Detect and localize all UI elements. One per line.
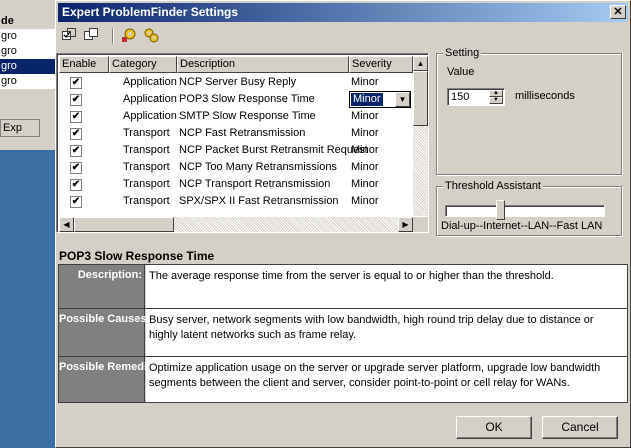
table-row[interactable]: ✔ Application NCP Server Busy Reply Mino…: [59, 74, 413, 91]
causes-label: Possible Causes:: [59, 309, 150, 356]
dialog-title: Expert ProblemFinder Settings: [62, 5, 239, 19]
spin-down-icon[interactable]: ▼: [489, 97, 503, 104]
table-row[interactable]: ✔ Transport NCP Packet Burst Retransmit …: [59, 142, 413, 159]
scroll-left-icon[interactable]: ◀: [59, 217, 74, 232]
column-header-description[interactable]: Description: [177, 56, 349, 73]
row-severity: Minor: [351, 127, 379, 139]
list-header: Enable Category Description Severity: [59, 56, 413, 73]
vertical-scrollbar[interactable]: ▲: [413, 56, 428, 216]
threshold-group-label: Threshold Assistant: [443, 180, 543, 192]
row-description: SPX/SPX II Fast Retransmission: [179, 195, 339, 207]
problem-list[interactable]: Enable Category Description Severity ✔ A…: [56, 53, 429, 233]
causes-row: Possible Causes: Busy server, network se…: [59, 309, 627, 357]
threshold-slider-thumb[interactable]: [496, 200, 506, 220]
threshold-assistant-group: Threshold Assistant Dial-up--Internet--L…: [436, 180, 622, 236]
row-category: Application: [123, 110, 177, 122]
row-severity: Minor: [351, 76, 379, 88]
remedies-label: Possible Remedies:: [59, 357, 163, 402]
row-description: NCP Too Many Retransmissions: [179, 161, 337, 173]
row-category: Transport: [123, 127, 170, 139]
enable-checkbox[interactable]: ✔: [70, 128, 82, 140]
enable-checkbox[interactable]: ✔: [70, 111, 82, 123]
expert-settings-dialog: Expert ProblemFinder Settings ✕ Enable C…: [55, 0, 631, 448]
detail-table: Description: The average response time f…: [58, 264, 628, 403]
remedies-row: Possible Remedies: Optimize application …: [59, 357, 627, 402]
description-label: Description:: [59, 265, 145, 308]
table-row[interactable]: ✔ Transport NCP Transport Retransmission…: [59, 176, 413, 193]
row-severity: Minor: [351, 178, 379, 190]
value-spinner[interactable]: 150 ▲ ▼: [447, 88, 505, 106]
threshold-slider-track[interactable]: [445, 205, 605, 217]
table-row[interactable]: ✔ Transport NCP Fast Retransmission Mino…: [59, 125, 413, 142]
cancel-button[interactable]: Cancel: [542, 416, 618, 439]
ok-button[interactable]: OK: [456, 416, 532, 439]
value-input[interactable]: 150: [451, 91, 469, 103]
background-button[interactable]: Exp: [0, 119, 40, 137]
toolbar: [60, 25, 260, 47]
horizontal-scrollbar[interactable]: ◀ ▶: [59, 217, 413, 232]
value-unit: milliseconds: [515, 90, 575, 102]
toolbar-separator: [112, 28, 114, 44]
close-button[interactable]: ✕: [610, 5, 626, 19]
scrollbar-corner: [413, 217, 428, 232]
row-category: Transport: [123, 144, 170, 156]
enable-checkbox[interactable]: ✔: [70, 162, 82, 174]
uncheck-all-icon[interactable]: [82, 27, 100, 45]
enable-checkbox[interactable]: ✔: [70, 77, 82, 89]
column-header-severity[interactable]: Severity: [349, 56, 413, 73]
spin-up-icon[interactable]: ▲: [489, 90, 503, 97]
check-all-icon[interactable]: [60, 27, 78, 45]
detail-title: POP3 Slow Response Time: [59, 249, 215, 263]
severity-select[interactable]: Minor ▼: [349, 91, 411, 108]
chevron-down-icon[interactable]: ▼: [395, 92, 410, 107]
enable-checkbox[interactable]: ✔: [70, 145, 82, 157]
scroll-right-icon[interactable]: ▶: [398, 217, 413, 232]
row-description: NCP Server Busy Reply: [179, 76, 297, 88]
enable-checkbox[interactable]: ✔: [70, 179, 82, 191]
enable-checkbox[interactable]: ✔: [70, 196, 82, 208]
description-row: Description: The average response time f…: [59, 265, 627, 309]
row-category: Application: [123, 76, 177, 88]
row-description: POP3 Slow Response Time: [179, 93, 315, 105]
row-severity: Minor: [351, 144, 379, 156]
value-label: Value: [447, 66, 475, 78]
severity-select-value: Minor: [351, 93, 383, 106]
row-category: Transport: [123, 161, 170, 173]
row-severity: Minor: [351, 110, 379, 122]
vertical-scroll-thumb[interactable]: [413, 71, 428, 126]
table-row[interactable]: ✔ Transport NCP Too Many Retransmissions…: [59, 159, 413, 176]
column-header-enable[interactable]: Enable: [59, 56, 109, 73]
row-severity: Minor: [351, 161, 379, 173]
remedies-text: Optimize application usage on the server…: [146, 357, 627, 402]
row-description: NCP Transport Retransmission: [179, 178, 331, 190]
row-severity: Minor: [351, 195, 379, 207]
table-row[interactable]: ✔ Transport SPX/SPX II Fast Retransmissi…: [59, 193, 413, 210]
horizontal-scroll-thumb[interactable]: [74, 217, 174, 232]
row-category: Transport: [123, 195, 170, 207]
row-description: NCP Fast Retransmission: [179, 127, 306, 139]
row-description: SMTP Slow Response Time: [179, 110, 316, 122]
column-header-category[interactable]: Category: [109, 56, 177, 73]
row-description: NCP Packet Burst Retransmit Request: [179, 144, 368, 156]
table-row[interactable]: ✔ Application SMTP Slow Response Time Mi…: [59, 108, 413, 125]
threshold-scale-label: Dial-up--Internet--LAN--Fast LAN: [441, 220, 603, 232]
causes-text: Busy server, network segments with low b…: [146, 309, 627, 356]
table-row[interactable]: ✔ Application POP3 Slow Response Time Mi…: [59, 91, 413, 108]
row-category: Application: [123, 93, 177, 105]
gears-defaults-icon[interactable]: [142, 27, 160, 45]
description-text: The average response time from the serve…: [146, 265, 627, 308]
setting-group: Setting Value 150 ▲ ▼ milliseconds: [436, 47, 622, 175]
setting-group-label: Setting: [443, 47, 482, 59]
gear-settings-icon[interactable]: [120, 27, 138, 45]
scroll-up-icon[interactable]: ▲: [413, 56, 428, 71]
enable-checkbox[interactable]: ✔: [70, 94, 82, 106]
row-category: Transport: [123, 178, 170, 190]
title-bar[interactable]: Expert ProblemFinder Settings ✕: [58, 3, 628, 22]
close-icon: ✕: [613, 6, 623, 18]
